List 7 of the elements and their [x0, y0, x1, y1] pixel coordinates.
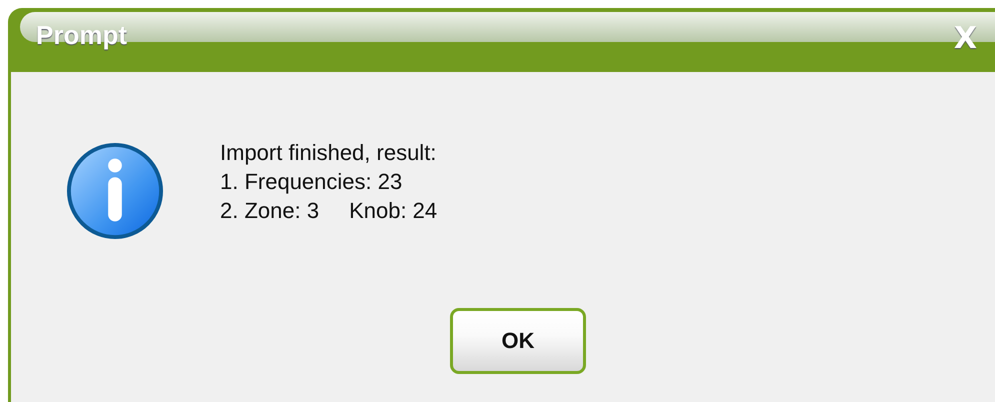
ok-button[interactable]: OK — [450, 308, 586, 374]
message-text: Knob: 24 — [349, 198, 438, 223]
window-title: Prompt — [36, 20, 127, 50]
message-text: 2. Zone: 3 — [220, 198, 320, 223]
message-text: 1. Frequencies: 23 — [220, 169, 402, 194]
message-text: Import finished, result: — [220, 140, 436, 165]
info-icon — [66, 142, 164, 240]
